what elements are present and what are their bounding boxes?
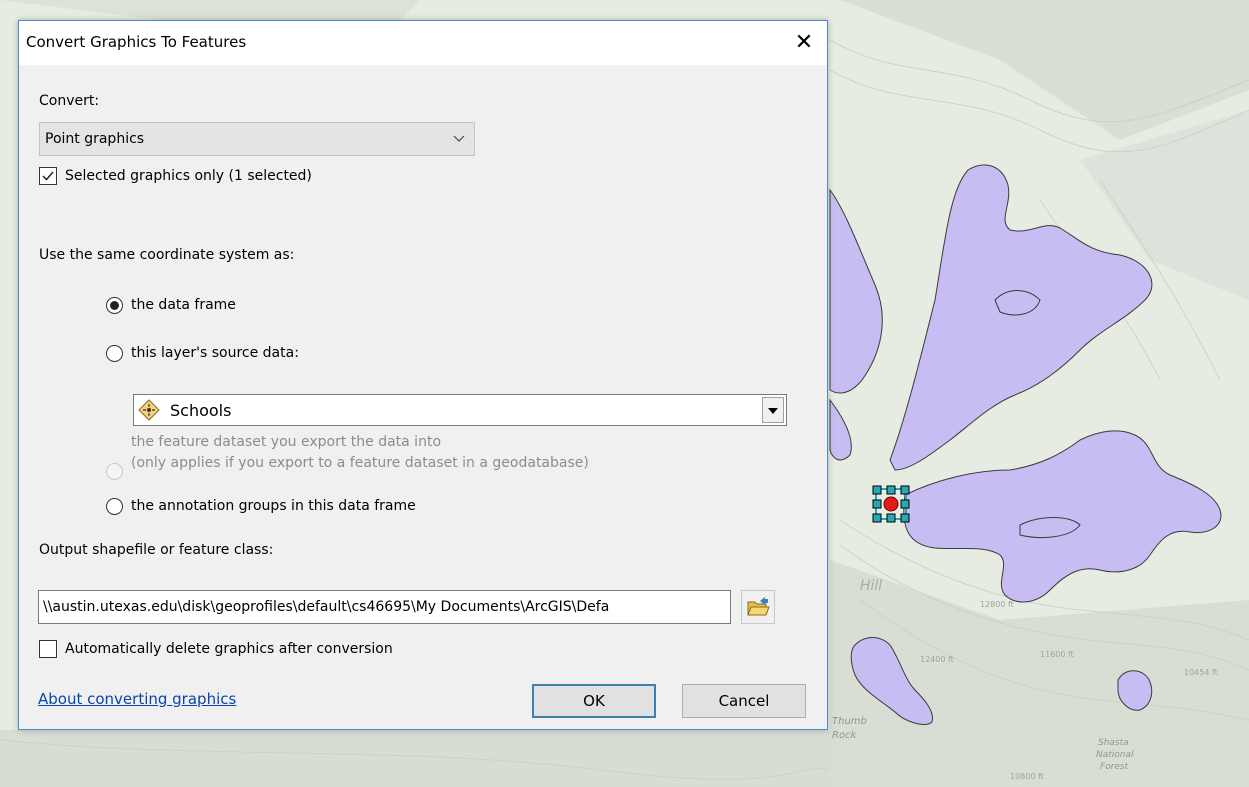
point-layer-icon — [138, 399, 160, 421]
dialog-title: Convert Graphics To Features — [26, 33, 247, 51]
convert-type-value: Point graphics — [45, 131, 145, 147]
map-label-shasta: Shasta — [1098, 738, 1129, 748]
map-label-forest: Forest — [1100, 762, 1129, 772]
contour-label: 10800 ft — [1010, 772, 1044, 781]
output-path-input[interactable]: \\austin.utexas.edu\disk\geoprofiles\def… — [38, 590, 731, 624]
convert-label: Convert: — [39, 93, 100, 109]
cancel-button[interactable]: Cancel — [682, 684, 806, 718]
radio-layer-source-label[interactable]: this layer's source data: — [131, 345, 299, 361]
close-button[interactable]: ✕ — [781, 21, 827, 65]
open-folder-icon — [747, 597, 770, 616]
dialog-body: Convert: Point graphics Selected graphic… — [19, 65, 827, 729]
map-label-national: National — [1096, 750, 1134, 760]
output-label: Output shapefile or feature class: — [39, 542, 274, 558]
map-label-hill: Hill — [860, 578, 883, 594]
about-converting-link[interactable]: About converting graphics — [38, 690, 236, 708]
layer-select-value: Schools — [170, 401, 232, 420]
map-label-thumb: Thumb — [832, 716, 867, 727]
radio-feature-dataset — [106, 463, 123, 480]
checkmark-icon — [42, 171, 54, 181]
contour-label: 11600 ft — [1040, 650, 1074, 659]
radio-data-frame-label[interactable]: the data frame — [131, 297, 236, 313]
selected-point-graphic — [872, 485, 910, 523]
contour-label: 10454 ft — [1184, 668, 1218, 677]
ok-button[interactable]: OK — [532, 684, 656, 718]
contour-label: 12400 ft — [920, 655, 954, 664]
radio-annotation-groups-label[interactable]: the annotation groups in this data frame — [131, 498, 416, 514]
radio-data-frame[interactable] — [106, 297, 123, 314]
radio-annotation-groups[interactable] — [106, 498, 123, 515]
layer-select[interactable]: Schools — [133, 394, 787, 426]
dialog-titlebar[interactable]: Convert Graphics To Features ✕ — [19, 21, 827, 65]
contour-label: 12800 ft — [980, 600, 1014, 609]
chevron-down-icon — [453, 135, 465, 142]
map-label-rock: Rock — [832, 730, 857, 741]
convert-type-select[interactable]: Point graphics — [39, 122, 475, 156]
auto-delete-checkbox[interactable] — [39, 640, 57, 658]
layer-dropdown-button[interactable] — [762, 397, 784, 423]
radio-layer-source[interactable] — [106, 345, 123, 362]
coordinate-system-label: Use the same coordinate system as: — [39, 247, 295, 263]
selected-only-label[interactable]: Selected graphics only (1 selected) — [65, 168, 312, 184]
radio-feature-dataset-label: the feature dataset you export the data … — [131, 434, 442, 450]
auto-delete-label[interactable]: Automatically delete graphics after conv… — [65, 641, 393, 657]
output-path-value: \\austin.utexas.edu\disk\geoprofiles\def… — [43, 599, 610, 615]
close-icon: ✕ — [794, 30, 814, 55]
convert-graphics-dialog: Convert Graphics To Features ✕ Convert: … — [18, 20, 828, 730]
selected-only-checkbox[interactable] — [39, 167, 57, 185]
radio-feature-dataset-note: (only applies if you export to a feature… — [131, 455, 589, 471]
browse-button[interactable] — [741, 590, 775, 624]
